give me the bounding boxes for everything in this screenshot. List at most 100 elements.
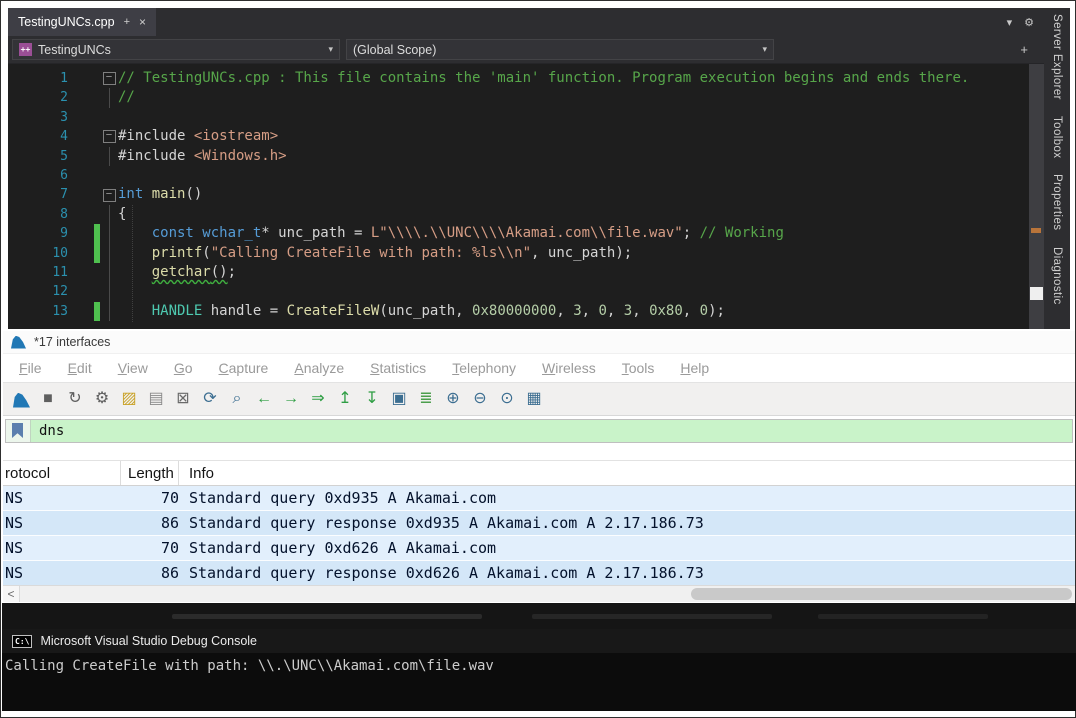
menu-wireless[interactable]: Wireless <box>542 360 596 376</box>
zoom-out-icon[interactable]: ⊖ <box>471 390 489 408</box>
packet-row[interactable]: NS70Standard query 0xd935 A Akamai.com <box>3 486 1075 511</box>
code-lines: 1–// TestingUNCs.cpp : This file contain… <box>8 69 1044 321</box>
code-line[interactable]: 12 <box>8 282 1044 301</box>
display-filter-input[interactable]: dns <box>31 420 1072 442</box>
code-line[interactable]: 1–// TestingUNCs.cpp : This file contain… <box>8 69 1044 88</box>
code-line[interactable]: 9 const wchar_t* unc_path = L"\\\\.\\UNC… <box>8 224 1044 243</box>
code-line[interactable]: 11 getchar(); <box>8 263 1044 282</box>
code-text[interactable]: HANDLE handle = CreateFileW(unc_path, 0x… <box>118 302 1044 321</box>
project-dropdown[interactable]: ++ TestingUNCs ▾ <box>12 39 340 60</box>
go-last-icon[interactable]: ↧ <box>363 390 381 408</box>
code-line[interactable]: 3 <box>8 108 1044 127</box>
code-line[interactable]: 4–#include <iostream> <box>8 127 1044 146</box>
code-text[interactable]: // TestingUNCs.cpp : This file contains … <box>118 69 1044 88</box>
bookmark-icon[interactable] <box>6 420 31 442</box>
editor-tab[interactable]: TestingUNCs.cpp + × <box>8 8 156 36</box>
code-editor[interactable]: 1–// TestingUNCs.cpp : This file contain… <box>8 64 1044 329</box>
menu-tools[interactable]: Tools <box>622 360 655 376</box>
fold-guide <box>109 244 110 263</box>
open-file-icon[interactable]: ▨ <box>120 390 138 408</box>
code-text[interactable]: printf("Calling CreateFile with path: %l… <box>118 244 1044 263</box>
go-to-packet-icon[interactable]: ⇒ <box>309 390 327 408</box>
horizontal-scrollbar[interactable]: < <box>3 585 1075 602</box>
colorize-icon[interactable]: ≣ <box>417 390 435 408</box>
menu-file[interactable]: File <box>19 360 42 376</box>
scrollbar-change-marker <box>1031 228 1041 233</box>
collapse-icon[interactable]: – <box>103 130 116 143</box>
console-titlebar[interactable]: C:\ Microsoft Visual Studio Debug Consol… <box>2 629 1076 653</box>
side-tab-properties[interactable]: Properties <box>1051 174 1063 230</box>
code-text[interactable]: int main() <box>118 185 1044 204</box>
pin-icon[interactable]: + <box>124 16 130 28</box>
code-line[interactable]: 8{ <box>8 205 1044 224</box>
cell-length: 70 <box>121 539 179 557</box>
collapse-icon[interactable]: – <box>103 72 116 85</box>
scrollbar-thumb[interactable] <box>1030 287 1043 300</box>
collapse-icon[interactable]: – <box>103 189 116 202</box>
zoom-in-icon[interactable]: ⊕ <box>444 390 462 408</box>
code-token: , <box>683 303 700 319</box>
code-line[interactable]: 6 <box>8 166 1044 185</box>
code-line[interactable]: 13 HANDLE handle = CreateFileW(unc_path,… <box>8 302 1044 321</box>
code-text[interactable]: #include <iostream> <box>118 127 1044 146</box>
vs-tab-strip: TestingUNCs.cpp + × ▾ ⚙ <box>8 8 1044 36</box>
code-text[interactable] <box>118 108 1044 127</box>
column-protocol[interactable]: rotocol <box>3 461 121 485</box>
save-file-icon[interactable]: ▤ <box>147 390 165 408</box>
menu-telephony[interactable]: Telephony <box>452 360 516 376</box>
menu-capture[interactable]: Capture <box>219 360 269 376</box>
chevron-down-icon[interactable]: ▾ <box>1007 16 1013 29</box>
code-line[interactable]: 2// <box>8 88 1044 107</box>
code-text[interactable]: getchar(); <box>118 263 1044 282</box>
code-token: , <box>582 303 599 319</box>
code-line[interactable]: 5#include <Windows.h> <box>8 147 1044 166</box>
capture-restart-icon[interactable]: ↻ <box>66 390 84 408</box>
wireshark-titlebar[interactable]: *17 interfaces <box>3 331 1075 354</box>
code-text[interactable]: // <box>118 88 1044 107</box>
code-text[interactable] <box>118 282 1044 301</box>
capture-options-icon[interactable]: ⚙ <box>93 390 111 408</box>
column-info[interactable]: Info <box>179 461 214 485</box>
go-first-icon[interactable]: ↥ <box>336 390 354 408</box>
menu-edit[interactable]: Edit <box>68 360 92 376</box>
menu-help[interactable]: Help <box>680 360 709 376</box>
fold-guide <box>109 147 110 166</box>
code-text[interactable]: #include <Windows.h> <box>118 147 1044 166</box>
code-text[interactable]: { <box>118 205 1044 224</box>
find-packet-icon[interactable]: ⌕ <box>228 390 246 408</box>
packet-row[interactable]: NS86Standard query response 0xd935 A Aka… <box>3 511 1075 536</box>
editor-scrollbar[interactable] <box>1029 64 1044 329</box>
column-length[interactable]: Length <box>121 461 179 485</box>
code-text[interactable] <box>118 166 1044 185</box>
menu-view[interactable]: View <box>118 360 148 376</box>
gear-icon[interactable]: ⚙ <box>1024 16 1034 29</box>
scope-dropdown[interactable]: (Global Scope) ▾ <box>346 39 774 60</box>
packet-row[interactable]: NS86Standard query response 0xd626 A Aka… <box>3 561 1075 586</box>
resize-columns-icon[interactable]: ▦ <box>525 390 543 408</box>
packet-row[interactable]: NS70Standard query 0xd626 A Akamai.com <box>3 536 1075 561</box>
menu-analyze[interactable]: Analyze <box>294 360 344 376</box>
navbar-split-icon[interactable]: + <box>1020 42 1040 57</box>
capture-stop-icon[interactable]: ■ <box>39 390 57 408</box>
close-icon[interactable]: × <box>139 15 146 29</box>
side-tab-diagnostic[interactable]: Diagnostic <box>1051 247 1063 305</box>
zoom-reset-icon[interactable]: ⊙ <box>498 390 516 408</box>
go-back-icon[interactable]: ← <box>255 390 273 408</box>
filter-bar[interactable]: dns <box>5 419 1073 443</box>
hscrollbar-thumb[interactable] <box>691 588 1072 600</box>
menu-statistics[interactable]: Statistics <box>370 360 426 376</box>
code-line[interactable]: 10 printf("Calling CreateFile with path:… <box>8 244 1044 263</box>
scroll-left-button[interactable]: < <box>3 586 20 602</box>
code-line[interactable]: 7–int main() <box>8 185 1044 204</box>
side-tab-server-explorer[interactable]: Server Explorer <box>1051 14 1063 100</box>
capture-start-icon[interactable] <box>13 393 30 408</box>
console-output[interactable]: Calling CreateFile with path: \\.\UNC\\A… <box>2 653 1076 674</box>
go-forward-icon[interactable]: → <box>282 390 300 408</box>
side-tab-toolbox[interactable]: Toolbox <box>1051 116 1063 158</box>
reload-icon[interactable]: ⟳ <box>201 390 219 408</box>
menu-go[interactable]: Go <box>174 360 193 376</box>
cell-info: Standard query 0xd935 A Akamai.com <box>179 489 496 507</box>
autoscroll-icon[interactable]: ▣ <box>390 390 408 408</box>
close-file-icon[interactable]: ⊠ <box>174 390 192 408</box>
code-text[interactable]: const wchar_t* unc_path = L"\\\\.\\UNC\\… <box>118 224 1044 243</box>
